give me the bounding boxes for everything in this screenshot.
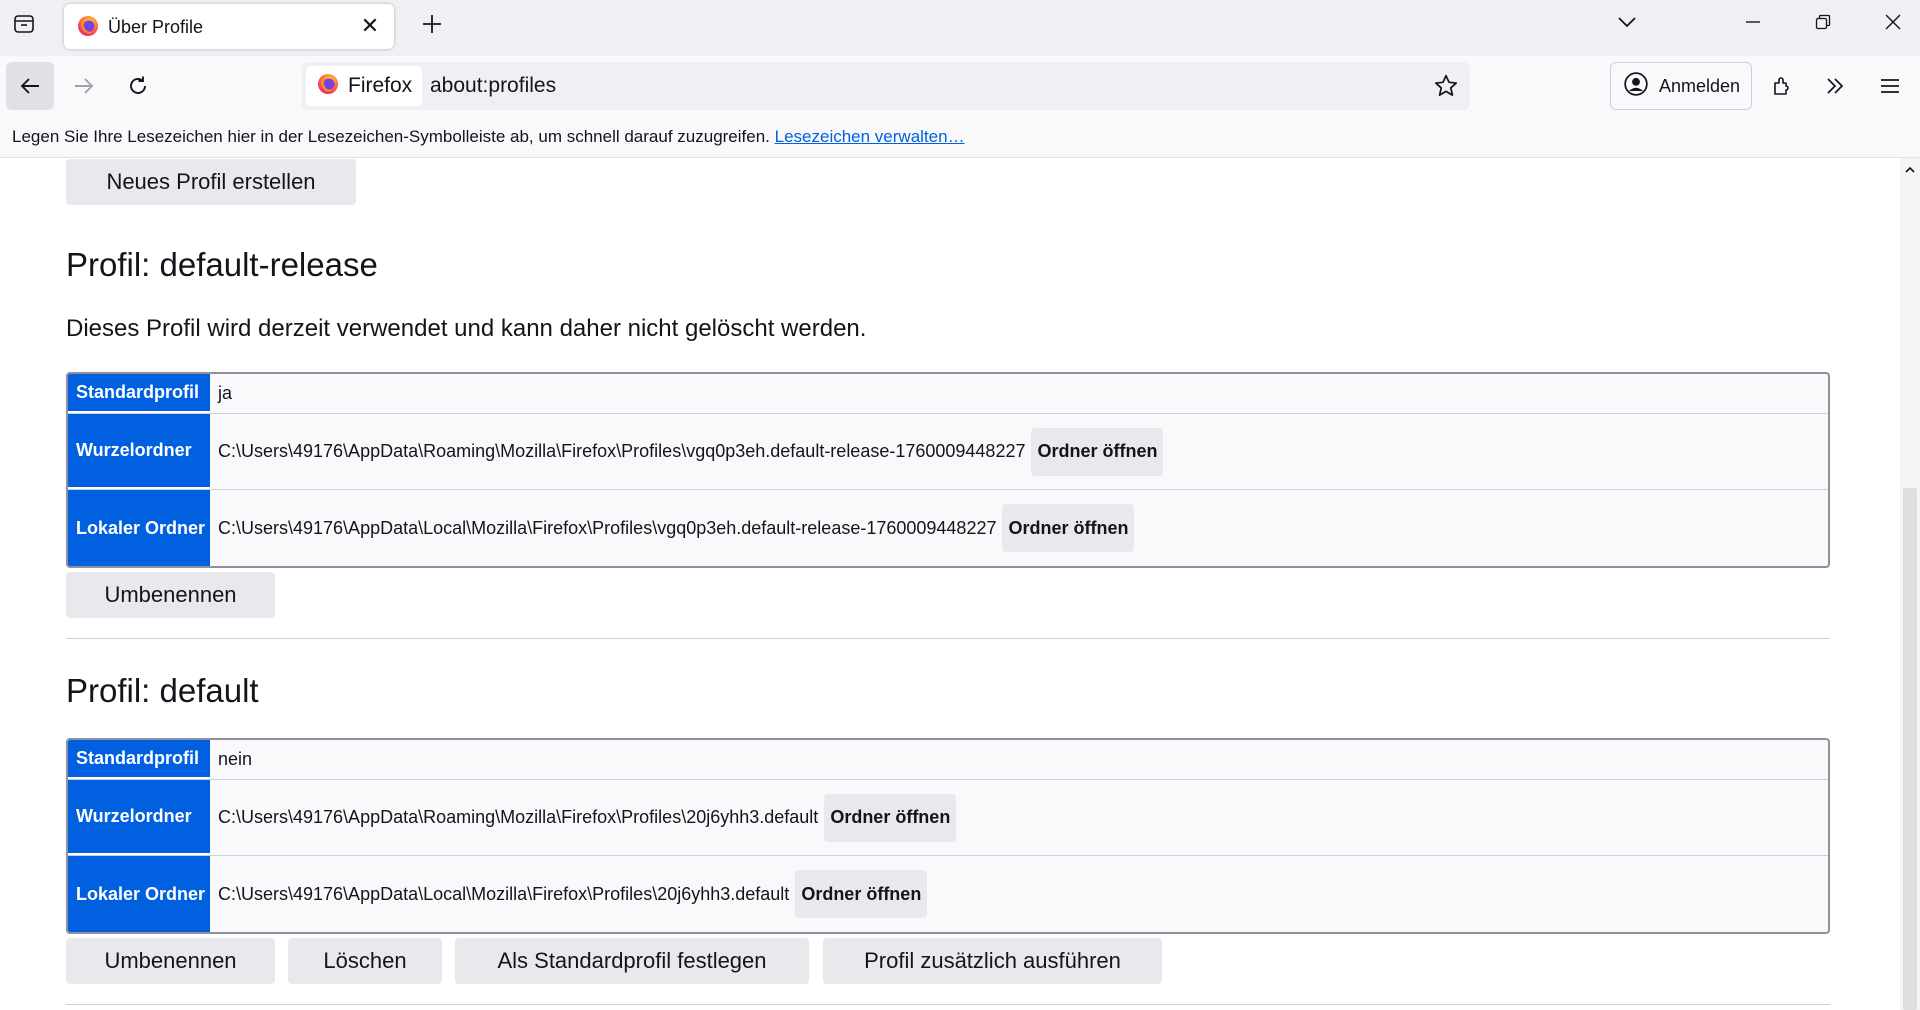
- list-all-tabs-icon[interactable]: [1592, 0, 1662, 44]
- root-folder-path: C:\Users\49176\AppData\Roaming\Mozilla\F…: [218, 807, 819, 827]
- profile-in-use-note: Dieses Profil wird derzeit verwendet und…: [66, 315, 867, 342]
- open-local-folder-button[interactable]: Ordner öffnen: [1002, 504, 1135, 552]
- minimize-icon[interactable]: [1718, 0, 1788, 44]
- rename-button[interactable]: Umbenennen: [66, 572, 275, 618]
- manage-bookmarks-link[interactable]: Lesezeichen verwalten…: [775, 127, 965, 146]
- default-profile-value: nein: [218, 749, 253, 769]
- table-row: Wurzelordner C:\Users\49176\AppData\Roam…: [68, 414, 1828, 490]
- profile-separator: [66, 1004, 1830, 1005]
- launch-profile-button[interactable]: Profil zusätzlich ausführen: [823, 938, 1162, 984]
- active-tab[interactable]: Über Profile ✕: [64, 4, 394, 49]
- forward-icon[interactable]: [60, 62, 108, 110]
- default-profile-value: ja: [218, 383, 233, 403]
- account-icon: [1623, 71, 1649, 102]
- profile-separator: [66, 638, 1830, 639]
- window-close-icon[interactable]: [1858, 0, 1920, 44]
- local-folder-path: C:\Users\49176\AppData\Local\Mozilla\Fir…: [218, 883, 790, 904]
- profile-title: Profil: default-release: [66, 246, 378, 283]
- vertical-scrollbar[interactable]: [1900, 158, 1920, 1010]
- local-folder-label: Lokaler Ordner: [68, 856, 210, 932]
- local-folder-cell: C:\Users\49176\AppData\Local\Mozilla\Fir…: [210, 490, 1828, 566]
- bookmarks-hint-text: Legen Sie Ihre Lesezeichen hier in der L…: [12, 127, 775, 146]
- profile-table: Standardprofil ja Wurzelordner C:\Users\…: [66, 372, 1830, 568]
- page-content: Neues Profil erstellen Profil: default-r…: [0, 158, 1900, 1010]
- firefox-logo-icon: [76, 14, 100, 43]
- open-root-folder-button[interactable]: Ordner öffnen: [824, 793, 957, 842]
- table-row: Lokaler Ordner C:\Users\49176\AppData\Lo…: [68, 856, 1828, 932]
- create-profile-button[interactable]: Neues Profil erstellen: [66, 159, 356, 205]
- table-row: Standardprofil ja: [68, 374, 1828, 414]
- close-tab-icon[interactable]: ✕: [354, 10, 386, 42]
- root-folder-cell: C:\Users\49176\AppData\Roaming\Mozilla\F…: [210, 414, 1828, 489]
- local-folder-cell: C:\Users\49176\AppData\Local\Mozilla\Fir…: [210, 856, 1828, 932]
- overflow-icon[interactable]: [1815, 66, 1855, 106]
- restore-icon[interactable]: [1788, 0, 1858, 44]
- open-local-folder-button[interactable]: Ordner öffnen: [795, 870, 928, 918]
- default-profile-label: Standardprofil: [68, 740, 210, 779]
- new-tab-icon[interactable]: [414, 6, 450, 42]
- open-root-folder-button[interactable]: Ordner öffnen: [1031, 427, 1164, 476]
- table-row: Standardprofil nein: [68, 740, 1828, 780]
- table-row: Wurzelordner C:\Users\49176\AppData\Roam…: [68, 780, 1828, 856]
- default-profile-label: Standardprofil: [68, 374, 210, 413]
- bookmarks-empty-message: Legen Sie Ihre Lesezeichen hier in der L…: [12, 127, 965, 147]
- reload-icon[interactable]: [114, 62, 162, 110]
- local-folder-path: C:\Users\49176\AppData\Local\Mozilla\Fir…: [218, 517, 997, 538]
- sign-in-button[interactable]: Anmelden: [1610, 62, 1752, 110]
- tab-strip: Über Profile ✕: [0, 0, 1920, 56]
- profile-table: Standardprofil nein Wurzelordner C:\User…: [66, 738, 1830, 934]
- url-input[interactable]: about:profiles: [430, 74, 556, 98]
- extensions-icon[interactable]: [1763, 66, 1803, 106]
- identity-label: Firefox: [348, 74, 413, 97]
- local-folder-label: Lokaler Ordner: [68, 490, 210, 566]
- tab-title: Über Profile: [108, 17, 204, 37]
- url-bar[interactable]: Firefox about:profiles: [302, 62, 1470, 110]
- profile-title: Profil: default: [66, 672, 259, 709]
- set-default-profile-button[interactable]: Als Standardprofil festlegen: [455, 938, 809, 984]
- root-folder-cell: C:\Users\49176\AppData\Roaming\Mozilla\F…: [210, 780, 1828, 855]
- root-folder-label: Wurzelordner: [68, 780, 210, 855]
- delete-profile-button[interactable]: Löschen: [288, 938, 442, 984]
- sign-in-label: Anmelden: [1659, 75, 1741, 96]
- firefox-logo-icon: [316, 72, 340, 101]
- table-row: Lokaler Ordner C:\Users\49176\AppData\Lo…: [68, 490, 1828, 566]
- tab-overview-icon[interactable]: [8, 8, 40, 40]
- scrollbar-thumb[interactable]: [1903, 488, 1917, 1010]
- menu-icon[interactable]: [1870, 66, 1910, 106]
- rename-button[interactable]: Umbenennen: [66, 938, 275, 984]
- root-folder-label: Wurzelordner: [68, 414, 210, 489]
- root-folder-path: C:\Users\49176\AppData\Roaming\Mozilla\F…: [218, 441, 1026, 461]
- bookmarks-toolbar: Legen Sie Ihre Lesezeichen hier in der L…: [0, 114, 1920, 158]
- bookmark-star-icon[interactable]: [1432, 72, 1460, 100]
- identity-box[interactable]: Firefox: [306, 66, 423, 106]
- scroll-up-arrow-icon[interactable]: [1904, 164, 1916, 176]
- back-icon[interactable]: [6, 62, 54, 110]
